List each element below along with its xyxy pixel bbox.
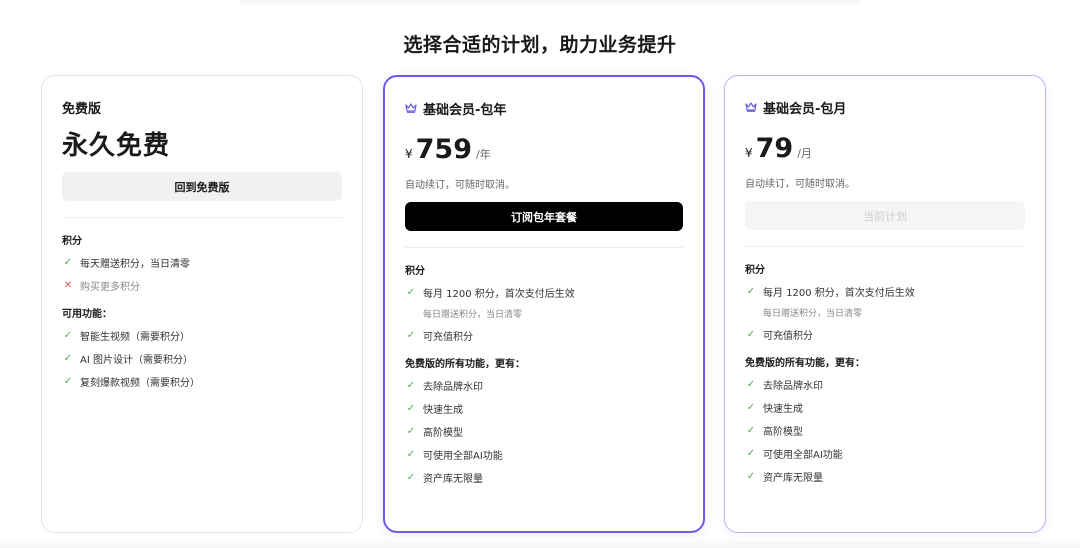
feature-item: ✓ 去除品牌水印 [405,378,683,393]
feature-subnote: 每日赠送积分，当日清零 [763,309,863,319]
check-icon: ✓ [63,256,73,268]
price-row: ¥ 759 /年 [405,134,683,165]
feature-label: 每月 1200 积分，首次支付后生效 [423,288,575,300]
credits-title: 积分 [745,265,765,276]
feature-label: 每天赠送积分，当日清零 [80,258,190,270]
feature-item: ✓ 可使用全部AI功能 [405,447,683,462]
check-icon: ✓ [746,447,756,459]
page-title: 选择合适的计划，助力业务提升 [403,34,677,56]
feature-item: ✓ 每天赠送积分，当日清零 [62,255,342,270]
credits-title: 积分 [62,236,82,247]
cross-icon: ✕ [63,279,73,291]
feature-subnote: 每日赠送积分，当日清零 [423,310,523,320]
feature-item: ✓ 资产库无限量 [405,470,683,485]
feature-label: 去除品牌水印 [763,380,823,392]
check-icon: ✓ [63,375,73,387]
bottom-shadow [0,538,1080,548]
feature-label: 可充值积分 [423,331,473,343]
feature-item: ✓ 高阶模型 [745,423,1025,438]
feature-item: ✓ 去除品牌水印 [745,377,1025,392]
feature-label: 复刻爆款视频（需要积分） [80,377,200,389]
plan-name: 基础会员-包年 [423,102,507,118]
feature-item: ✕ 购买更多积分 [62,278,342,293]
plan-name-row: 基础会员-包月 [745,98,1025,117]
subscribe-yearly-button[interactable]: 订阅包年套餐 [405,202,683,231]
credits-title: 积分 [405,266,425,277]
divider [405,247,683,248]
plan-card-monthly: 基础会员-包月 ¥ 79 /月 自动续订，可随时取消。 当前计划 积分 ✓ 每月… [724,75,1046,533]
feature-item: ✓ 资产库无限量 [745,469,1025,484]
check-icon: ✓ [406,471,416,483]
feature-label: AI 图片设计（需要积分） [80,354,193,366]
top-shadow [240,0,860,6]
check-icon: ✓ [746,378,756,390]
feature-item: ✓ 可使用全部AI功能 [745,446,1025,461]
plan-name: 免费版 [62,101,102,117]
currency-symbol: ¥ [745,146,753,160]
current-plan-button[interactable]: 当前计划 [745,201,1025,230]
features-title: 免费版的所有功能，更有： [405,359,525,370]
feature-label: 去除品牌水印 [423,381,483,393]
check-icon: ✓ [406,448,416,460]
check-icon: ✓ [406,329,416,341]
feature-label: 可使用全部AI功能 [763,449,843,461]
plan-price: 永久免费 [62,131,171,161]
crown-icon [745,102,757,112]
feature-label: 高阶模型 [763,426,803,438]
feature-item: ✓ 每月 1200 积分，首次支付后生效 [745,284,1025,299]
check-icon: ✓ [406,286,416,298]
feature-label: 高阶模型 [423,427,463,439]
feature-item: ✓ 每月 1200 积分，首次支付后生效 [405,285,683,300]
check-icon: ✓ [406,425,416,437]
plan-description: 自动续订，可随时取消。 [405,180,515,191]
feature-item: ✓ 可充值积分 [745,327,1025,342]
check-icon: ✓ [746,401,756,413]
divider [745,246,1025,247]
feature-label: 快速生成 [763,403,803,415]
feature-label: 快速生成 [423,404,463,416]
check-icon: ✓ [746,470,756,482]
feature-label: 资产库无限量 [423,473,483,485]
feature-label: 可使用全部AI功能 [423,450,503,462]
plan-name-row: 基础会员-包年 [405,99,683,118]
check-icon: ✓ [406,402,416,414]
feature-label: 可充值积分 [763,330,813,342]
feature-label: 资产库无限量 [763,472,823,484]
feature-item: ✓ 快速生成 [405,401,683,416]
feature-label: 购买更多积分 [80,281,140,293]
check-icon: ✓ [746,424,756,436]
check-icon: ✓ [63,352,73,364]
feature-item: ✓ 复刻爆款视频（需要积分） [62,374,342,389]
currency-symbol: ¥ [405,147,413,161]
crown-icon [405,103,417,113]
features-title: 可用功能： [62,309,112,320]
feature-item: ✓ AI 图片设计（需要积分） [62,351,342,366]
back-to-free-button[interactable]: 回到免费版 [62,172,342,201]
plan-card-yearly: 基础会员-包年 ¥ 759 /年 自动续订，可随时取消。 订阅包年套餐 积分 ✓… [383,75,705,533]
price-amount: 759 [415,134,473,165]
check-icon: ✓ [406,379,416,391]
feature-item: ✓ 高阶模型 [405,424,683,439]
price-row: ¥ 79 /月 [745,133,1025,164]
check-icon: ✓ [746,328,756,340]
price-period: /月 [797,147,812,160]
feature-item: ✓ 智能生视频（需要积分） [62,328,342,343]
check-icon: ✓ [746,285,756,297]
features-title: 免费版的所有功能，更有： [745,358,865,369]
check-icon: ✓ [63,329,73,341]
plan-description: 自动续订，可随时取消。 [745,179,855,190]
feature-item: ✓ 快速生成 [745,400,1025,415]
price-amount: 79 [755,133,794,164]
feature-label: 智能生视频（需要积分） [80,331,190,343]
plan-name: 基础会员-包月 [763,101,847,117]
feature-label: 每月 1200 积分，首次支付后生效 [763,287,915,299]
divider [62,217,342,218]
price-period: /年 [476,148,491,161]
plan-card-free: 免费版 永久免费 回到免费版 积分 ✓ 每天赠送积分，当日清零 ✕ 购买更多积分… [41,75,363,533]
feature-item: ✓ 可充值积分 [405,328,683,343]
